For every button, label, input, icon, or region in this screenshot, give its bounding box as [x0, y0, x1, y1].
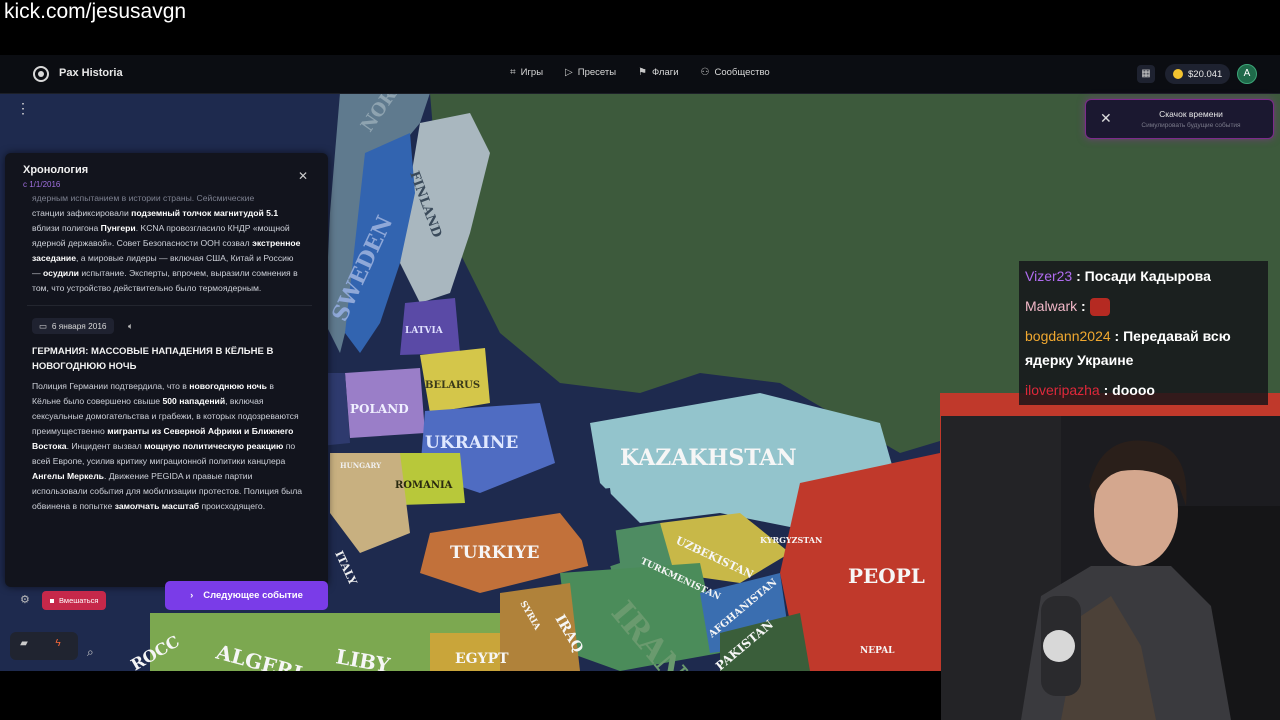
main-nav: ⌗ Игры ▷ Пресеты ⚑ Флаги ⚇ Сообщество — [510, 67, 792, 78]
map-label-romania: ROMANIA — [395, 480, 453, 491]
nav-presets[interactable]: ▷ Пресеты — [565, 67, 616, 78]
time-skip-panel[interactable]: ✕ Скачок времени Симулировать будущие со… — [1085, 99, 1274, 139]
top-navbar: Pax Historia ⌗ Игры ▷ Пресеты ⚑ Флаги ⚇ … — [0, 55, 1280, 94]
stop-icon — [50, 598, 54, 603]
nav-games[interactable]: ⌗ Игры — [510, 67, 543, 78]
nav-flags-label: Флаги — [652, 67, 679, 78]
pax-historia-logo-icon[interactable] — [33, 66, 49, 82]
timeline-panel: Хронология с 1/1/2016 ✕ ядерным испытани… — [5, 153, 328, 587]
map-label-latvia: LATVIA — [405, 326, 444, 336]
time-skip-title: Скачок времени — [1159, 109, 1223, 119]
chat-message: Malwark : — [1019, 291, 1268, 321]
time-skip-subtitle: Симулировать будущие события — [1141, 122, 1241, 129]
avatar[interactable]: A — [1237, 64, 1257, 84]
intervene-button[interactable]: Вмешаться — [42, 591, 107, 610]
chat-icon[interactable]: ▰ — [16, 638, 32, 654]
balance-badge[interactable]: $20.041 — [1165, 64, 1231, 84]
chat-username: Vizer23 — [1025, 268, 1073, 284]
stream-chat: Vizer23 : Посади Кадырова Malwark : bogd… — [1019, 261, 1268, 405]
map-label-china: PEOPL — [848, 564, 925, 588]
chat-text: : doooo — [1103, 382, 1155, 398]
map-label-kazakhstan: KAZAKHSTAN — [620, 445, 797, 471]
users-icon: ⚇ — [700, 67, 710, 78]
previous-event-text: ядерным испытанием в истории страны. Сей… — [32, 193, 301, 293]
brand-name[interactable]: Pax Historia — [59, 67, 123, 79]
chat-username: bogdann2024 — [1025, 328, 1111, 344]
calendar-icon: ▭ — [39, 320, 47, 331]
more-menu-icon[interactable]: ⋮ — [16, 100, 30, 117]
event-title: ГЕРМАНИЯ: МАССОВЫЕ НАПАДЕНИЯ В КЁЛЬНЕ В … — [32, 346, 274, 372]
settings-icon[interactable]: ⚙ — [20, 593, 36, 609]
nav-presets-label: Пресеты — [577, 67, 617, 78]
event-body: Полиция Германии подтвердила, что в ново… — [32, 381, 303, 511]
chat-username: iloveripazha — [1025, 382, 1100, 398]
map-label-egypt: EGYPT — [455, 651, 509, 667]
nav-flags[interactable]: ⚑ Флаги — [638, 67, 678, 78]
intervene-label: Вмешаться — [59, 596, 99, 605]
gamepad-icon: ⌗ — [510, 67, 516, 78]
map-label-belarus: BELARUS — [425, 380, 480, 391]
close-icon[interactable]: ✕ — [1100, 110, 1112, 127]
timeline-title: Хронология — [23, 164, 89, 176]
map-label-kyrgyzstan: KYRGYZSTAN — [760, 535, 822, 545]
chat-text: : Посади Кадырова — [1076, 268, 1211, 284]
gift-icon[interactable]: ▦ — [1137, 65, 1155, 83]
timeline-feed[interactable]: ядерным испытанием в истории страны. Сей… — [27, 191, 312, 514]
event-date-chip: ▭ 6 января 2016 — [32, 318, 114, 334]
balance-value: $20.041 — [1188, 68, 1223, 80]
map-label-ukraine: UKRAINE — [425, 433, 518, 453]
divider — [27, 305, 312, 306]
stream-url: kick.com/jesusavgn — [4, 0, 187, 23]
emote-icon — [1089, 298, 1110, 317]
nav-games-label: Игры — [520, 67, 544, 78]
bottom-toolbar: ▰ ϟ — [10, 632, 78, 660]
map-label-hungary: HUNGARY — [340, 461, 382, 470]
bolt-icon[interactable]: ϟ — [50, 638, 66, 654]
map-label-poland: POLAND — [350, 402, 409, 416]
map-label-turkiye: TURKIYE — [450, 543, 539, 563]
nav-community[interactable]: ⚇ Сообщество — [701, 67, 770, 78]
chat-username: Malwark — [1025, 298, 1078, 314]
chat-text: : — [1081, 298, 1086, 314]
coin-icon — [1173, 69, 1183, 79]
event-meta: ▭ 6 января 2016 🔈︎ — [32, 318, 304, 334]
chat-message: iloveripazha : doooo — [1019, 375, 1268, 405]
search-icon[interactable]: ⌕ — [87, 645, 94, 660]
next-event-label: Следующее событие — [203, 590, 303, 601]
timeline-date: с 1/1/2016 — [23, 180, 61, 189]
map-label-nepal: NEPAL — [860, 646, 895, 656]
play-icon: ▷ — [565, 67, 573, 78]
chat-message: bogdann2024 : Передавай всю ядерку Украи… — [1019, 321, 1268, 375]
speaker-icon[interactable]: 🔈︎ — [128, 319, 133, 334]
close-icon[interactable]: ✕ — [298, 169, 308, 183]
chat-message: Vizer23 : Посади Кадырова — [1019, 261, 1268, 291]
event-date: 6 января 2016 — [51, 320, 107, 331]
streamer-image — [941, 416, 1280, 720]
nav-community-label: Сообщество — [714, 67, 770, 78]
chevron-right-icon: › — [190, 590, 194, 601]
flag-icon: ⚑ — [638, 67, 648, 78]
webcam-feed — [941, 416, 1280, 720]
next-event-button[interactable]: › Следующее событие — [165, 581, 328, 610]
